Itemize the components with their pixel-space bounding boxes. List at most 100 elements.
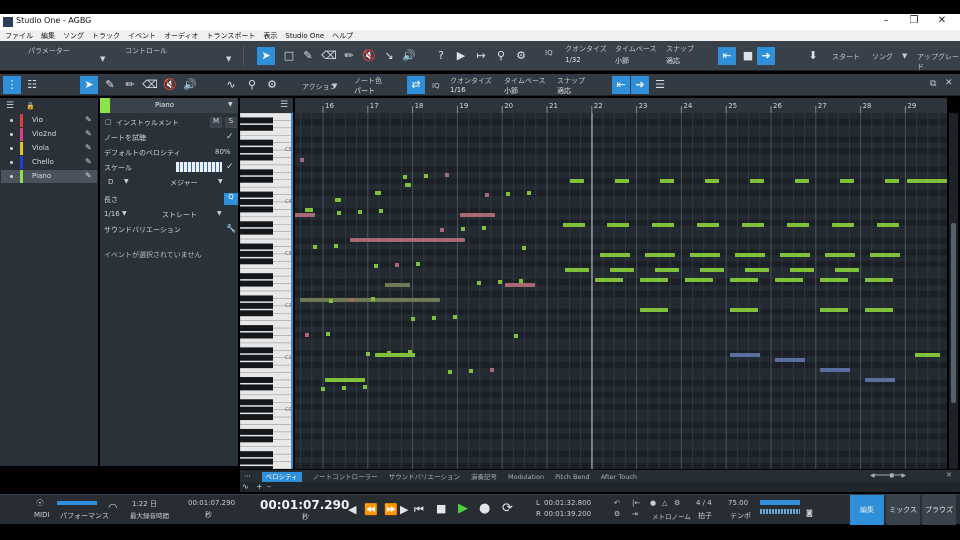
timebase-value[interactable]: 小節	[615, 56, 629, 66]
track-item-vio[interactable]: Vio ✎	[1, 114, 97, 127]
scale-root[interactable]: D	[108, 178, 113, 186]
track-record-icon[interactable]	[10, 147, 13, 150]
lane-tab-4[interactable]: Modulation	[508, 473, 544, 481]
lane-tab-2[interactable]: サウンドバリエーション	[389, 473, 460, 481]
editor-paint-icon[interactable]: ✏	[121, 76, 139, 94]
detach-icon[interactable]: ⧉	[930, 79, 936, 89]
editor-mute-icon[interactable]: 🔇	[161, 76, 179, 94]
browse-view-button[interactable]: ブラウズ	[922, 495, 956, 525]
fast-forward-icon[interactable]: ⏩	[384, 503, 398, 516]
metronome-click-icon[interactable]: ●	[650, 499, 656, 507]
length-dropdown-icon[interactable]: ▼	[122, 210, 127, 217]
timeline-ruler[interactable]: 16 17 18 19 20 21 22 23 24 25 26 27 28 29	[295, 98, 947, 113]
lane-close-icon[interactable]: ✕	[946, 471, 952, 479]
lane-tab-0[interactable]: ベロシティ	[261, 472, 302, 482]
track-record-icon[interactable]	[10, 161, 13, 164]
pencil-icon[interactable]: ✎	[85, 143, 92, 152]
snap-cursor-icon[interactable]: ➜	[757, 47, 775, 65]
track-item-viola[interactable]: Viola ✎	[1, 142, 97, 155]
editor-listen-icon[interactable]: 🔊	[181, 76, 199, 94]
rewind-icon[interactable]: ◀	[348, 503, 356, 516]
song-dropdown-icon[interactable]: ▼	[902, 52, 907, 60]
forward-icon[interactable]: ▶	[400, 503, 408, 516]
scale-keyboard-icon[interactable]	[176, 162, 222, 172]
lane-tab-1[interactable]: ノートコントローラー	[313, 473, 378, 481]
loop-right-time[interactable]: 00:01:39.200	[544, 510, 591, 518]
quantize-value[interactable]: 1/32	[565, 56, 581, 64]
note-preview-check-icon[interactable]: ✓	[226, 132, 234, 142]
pencil-icon[interactable]: ✎	[85, 157, 92, 166]
track-item-piano[interactable]: Piano ✎	[1, 170, 97, 183]
loop-left-time[interactable]: 00:01:32.800	[544, 499, 591, 507]
mix-view-button[interactable]: ミックス	[886, 495, 920, 525]
length-mode[interactable]: ストレート	[162, 210, 197, 220]
metronome-settings-icon[interactable]: ⚙	[674, 499, 680, 507]
track-record-icon[interactable]	[10, 133, 13, 136]
scale-type-dropdown-icon[interactable]: ▼	[218, 178, 223, 185]
paint-tool-icon[interactable]: ✏	[340, 47, 358, 65]
action-dropdown-icon[interactable]: ▼	[332, 82, 337, 90]
iq-label[interactable]: IQ	[545, 49, 553, 57]
pencil-icon[interactable]: ✎	[85, 115, 92, 124]
sound-variation-label[interactable]: サウンドバリエーション	[104, 225, 181, 235]
track-record-icon[interactable]	[10, 119, 13, 122]
time-signature[interactable]: 4 / 4	[696, 499, 712, 507]
instrument-header[interactable]: Piano ▼	[100, 98, 238, 113]
scale-root-dropdown-icon[interactable]: ▼	[124, 178, 129, 185]
autoscroll-icon[interactable]: ↦	[472, 47, 490, 65]
record-icon[interactable]: ●	[479, 501, 490, 516]
notecolor-value[interactable]: パート	[354, 86, 375, 96]
inspector-toggle-icon[interactable]: ⋮	[3, 76, 21, 94]
upgrade-label[interactable]: アップグレード	[917, 52, 960, 72]
help-icon[interactable]: ?	[432, 47, 450, 65]
menu-help[interactable]: ヘルプ	[332, 31, 353, 41]
editor-snap-value[interactable]: 適応	[557, 86, 571, 96]
loop-icon[interactable]: ⟳	[502, 501, 513, 516]
arrow-tool-icon[interactable]: ➤	[257, 47, 275, 65]
vertical-scroll-thumb[interactable]	[951, 223, 956, 403]
notecolor-toggle-icon[interactable]: ⇄	[407, 76, 425, 94]
bend-tool-icon[interactable]: ↘	[380, 47, 398, 65]
pencil-icon[interactable]: ✎	[85, 171, 92, 180]
listen-tool-icon[interactable]: 🔊	[400, 47, 418, 65]
lane-add-icon[interactable]: +	[256, 482, 263, 491]
lane-line-tool-icon[interactable]: ∿	[242, 482, 249, 491]
instrument-dropdown-icon[interactable]: ▼	[228, 101, 233, 108]
split-tool-icon[interactable]: ✎	[299, 47, 317, 65]
solo-button[interactable]: S	[225, 117, 237, 128]
instrument-name[interactable]: Piano	[155, 101, 174, 109]
lane-remove-icon[interactable]: –	[267, 482, 271, 491]
loop-follow-icon[interactable]: ▶	[452, 47, 470, 65]
zoom-slider[interactable]: ◀━━━━●━━▶	[870, 472, 906, 479]
track-item-chello[interactable]: Chello ✎	[1, 156, 97, 169]
editor-arrow-tool-icon[interactable]: ➤	[80, 76, 98, 94]
lane-tab-6[interactable]: After Touch	[601, 473, 637, 481]
song-label[interactable]: ソング	[872, 52, 893, 62]
stop-icon[interactable]: ■	[436, 502, 446, 515]
tempo-follow-icon[interactable]: ⚙	[512, 47, 530, 65]
zoom-icon[interactable]: ⚲	[492, 47, 510, 65]
editor-snap-cursor-icon[interactable]: ➜	[631, 76, 649, 94]
mute-button[interactable]: M	[210, 117, 222, 128]
mute-tool-icon[interactable]: 🔇	[360, 47, 378, 65]
editor-tempo-icon[interactable]: ⚙	[263, 76, 281, 94]
menu-audio[interactable]: オーディオ	[164, 31, 199, 41]
tempo-value[interactable]: 75.00	[728, 499, 748, 507]
editor-close-icon[interactable]: ✕	[945, 78, 953, 88]
pencil-icon[interactable]: ✎	[85, 129, 92, 138]
menu-studioone[interactable]: Studio One	[285, 32, 324, 40]
punch-icon[interactable]: ↶	[614, 499, 620, 507]
lane-tab-3[interactable]: 演奏記号	[471, 473, 497, 481]
menu-view[interactable]: 表示	[263, 31, 277, 41]
snap-value[interactable]: 適応	[666, 56, 680, 66]
editor-zoom-icon[interactable]: ⚲	[243, 76, 261, 94]
minimize-icon[interactable]: –	[876, 15, 896, 29]
fast-rewind-icon[interactable]: ⏪	[364, 503, 378, 516]
eraser-tool-icon[interactable]: ⌫	[320, 47, 338, 65]
menu-file[interactable]: ファイル	[5, 31, 33, 41]
primary-time[interactable]: 00:01:07.290	[260, 498, 349, 512]
control-dropdown-icon[interactable]: ▼	[226, 55, 231, 63]
piano-keyboard[interactable]: C5 C4 C3 C2 C1 C0	[240, 113, 293, 469]
parameter-label[interactable]: パラメーター	[28, 46, 70, 56]
track-list-menu-icon[interactable]: ☰	[6, 101, 14, 111]
